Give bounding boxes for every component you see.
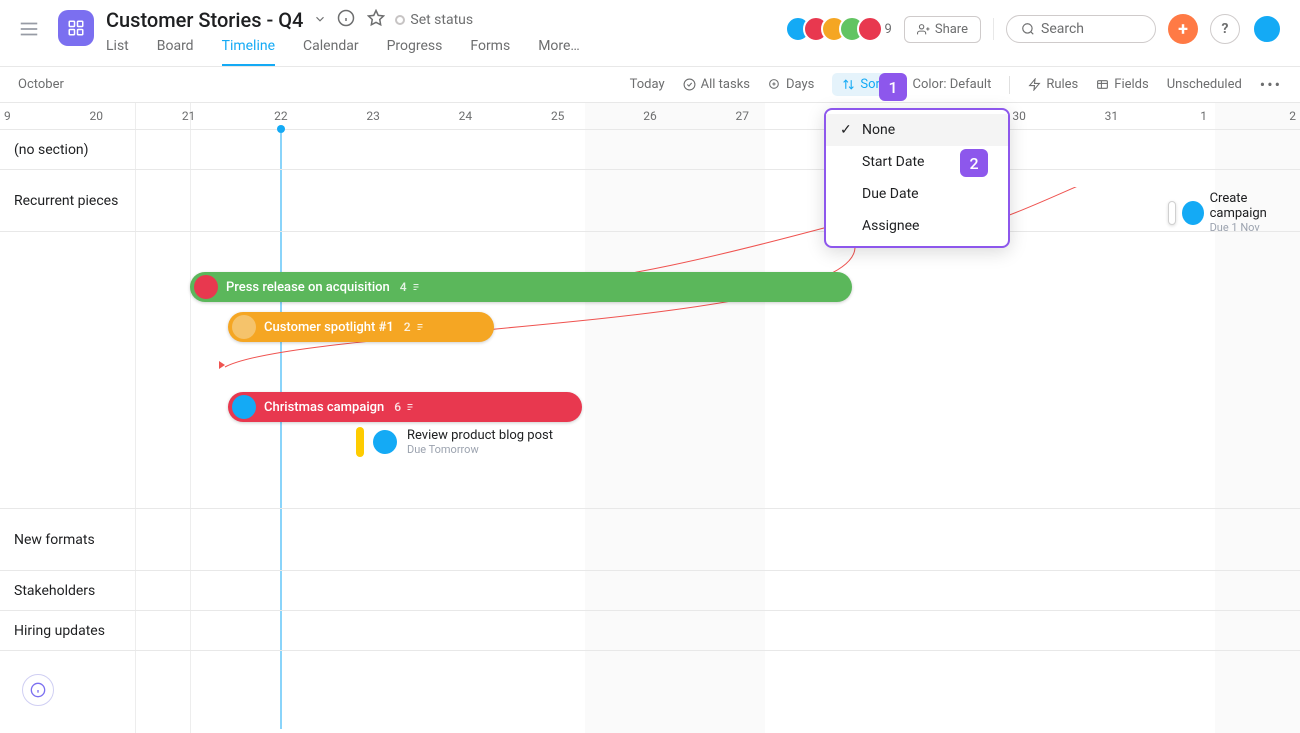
tab-forms[interactable]: Forms (470, 38, 510, 66)
date-cell: 1 (1158, 103, 1250, 129)
month-label: October (18, 77, 64, 92)
info-bubble[interactable] (22, 674, 54, 706)
date-cell: 31 (1065, 103, 1157, 129)
today-button[interactable]: Today (630, 77, 665, 92)
sort-icon (842, 78, 855, 91)
task-title: Christmas campaign (264, 400, 384, 415)
menu-icon[interactable] (18, 18, 40, 44)
date-cell-today: 22 (235, 103, 327, 129)
chevron-down-icon[interactable] (313, 11, 327, 30)
avatar (857, 16, 883, 42)
date-cell: 25 (512, 103, 604, 129)
task-press-release[interactable]: Press release on acquisition 4 (190, 272, 852, 302)
date-cell: 9 (0, 103, 50, 129)
section-stakeholders[interactable]: Stakeholders (0, 571, 1300, 611)
timeline: 9 20 21 22 23 24 25 26 27 28 29 30 31 1 … (0, 103, 1300, 651)
task-title: Press release on acquisition (226, 280, 390, 295)
project-icon[interactable] (58, 10, 94, 46)
assignee-avatar (232, 395, 256, 419)
task-title: Review product blog post (407, 428, 553, 443)
task-review-blog[interactable]: Review product blog post Due Tomorrow (356, 427, 553, 457)
more-icon[interactable]: ••• (1260, 75, 1282, 94)
sort-dropdown: ✓ None Start Date Due Date Assignee (824, 108, 1010, 248)
sort-option-due-date[interactable]: Due Date (826, 178, 1008, 210)
assignee-avatar (232, 315, 256, 339)
status-dot-icon (395, 15, 405, 25)
tab-board[interactable]: Board (157, 38, 194, 66)
search-input[interactable]: Search (1006, 15, 1156, 43)
subtask-icon (410, 281, 422, 293)
fields-button[interactable]: Fields (1096, 77, 1148, 92)
timeline-toolbar: October Today All tasks Days Sort Color:… (0, 67, 1300, 103)
app-header: Customer Stories - Q4 Set status List Bo… (0, 0, 1300, 67)
annotation-badge-2: 2 (960, 149, 988, 177)
date-cell: 2 (1250, 103, 1300, 129)
check-circle-icon (683, 78, 696, 91)
info-icon (30, 682, 46, 698)
section-recurrent[interactable]: Recurrent pieces (0, 170, 1300, 232)
star-icon[interactable] (367, 9, 385, 31)
task-title: Customer spotlight #1 (264, 320, 394, 335)
section-tasks-area: Press release on acquisition 4 Customer … (0, 232, 1300, 509)
add-button[interactable]: + (1168, 14, 1198, 44)
tab-calendar[interactable]: Calendar (303, 38, 359, 66)
date-cell: 20 (50, 103, 142, 129)
check-icon: ✓ (840, 122, 852, 138)
assignee-avatar (373, 430, 397, 454)
zoom-icon (768, 78, 781, 91)
avatar-count: 9 (885, 22, 892, 37)
view-tabs: List Board Timeline Calendar Progress Fo… (106, 38, 785, 66)
help-button[interactable]: ? (1210, 14, 1240, 44)
date-cell: 24 (419, 103, 511, 129)
assignee-avatar (194, 275, 218, 299)
section-none[interactable]: (no section) (0, 130, 1300, 170)
date-cell: 21 (142, 103, 234, 129)
sort-option-none[interactable]: ✓ None (826, 114, 1008, 146)
zoom-days[interactable]: Days (768, 77, 814, 92)
task-pill (356, 427, 364, 457)
all-tasks-filter[interactable]: All tasks (683, 77, 750, 92)
tab-progress[interactable]: Progress (387, 38, 443, 66)
dependency-lines (0, 187, 1300, 517)
date-cell: 23 (327, 103, 419, 129)
user-avatar[interactable] (1252, 14, 1282, 44)
color-button[interactable]: Color: Default (913, 77, 992, 92)
tab-more[interactable]: More… (538, 38, 580, 66)
date-cell: 26 (604, 103, 696, 129)
date-cell: 27 (696, 103, 788, 129)
share-label: Share (935, 22, 968, 37)
project-title[interactable]: Customer Stories - Q4 (106, 8, 303, 32)
status-button[interactable]: Set status (395, 12, 473, 28)
share-button[interactable]: Share (904, 16, 981, 43)
subtask-icon (414, 321, 426, 333)
section-new-formats[interactable]: New formats (0, 509, 1300, 571)
lightning-icon (1028, 78, 1041, 91)
sort-option-assignee[interactable]: Assignee (826, 210, 1008, 242)
task-due: Due Tomorrow (407, 443, 553, 456)
task-christmas-campaign[interactable]: Christmas campaign 6 (228, 392, 582, 422)
tab-timeline[interactable]: Timeline (222, 38, 275, 66)
date-axis: 9 20 21 22 23 24 25 26 27 28 29 30 31 1 … (0, 103, 1300, 130)
member-avatars[interactable]: 9 (785, 16, 892, 42)
rules-button[interactable]: Rules (1028, 77, 1078, 92)
divider (993, 18, 994, 40)
search-placeholder: Search (1041, 21, 1084, 37)
task-customer-spotlight[interactable]: Customer spotlight #1 2 (228, 312, 494, 342)
fields-icon (1096, 78, 1109, 91)
status-label: Set status (410, 12, 473, 28)
tab-list[interactable]: List (106, 38, 129, 66)
unscheduled-button[interactable]: Unscheduled (1167, 77, 1242, 92)
divider (1009, 76, 1010, 94)
annotation-badge-1: 1 (879, 73, 907, 101)
info-icon[interactable] (337, 9, 355, 31)
subtask-icon (404, 401, 416, 413)
section-hiring[interactable]: Hiring updates (0, 611, 1300, 651)
search-icon (1021, 22, 1035, 36)
